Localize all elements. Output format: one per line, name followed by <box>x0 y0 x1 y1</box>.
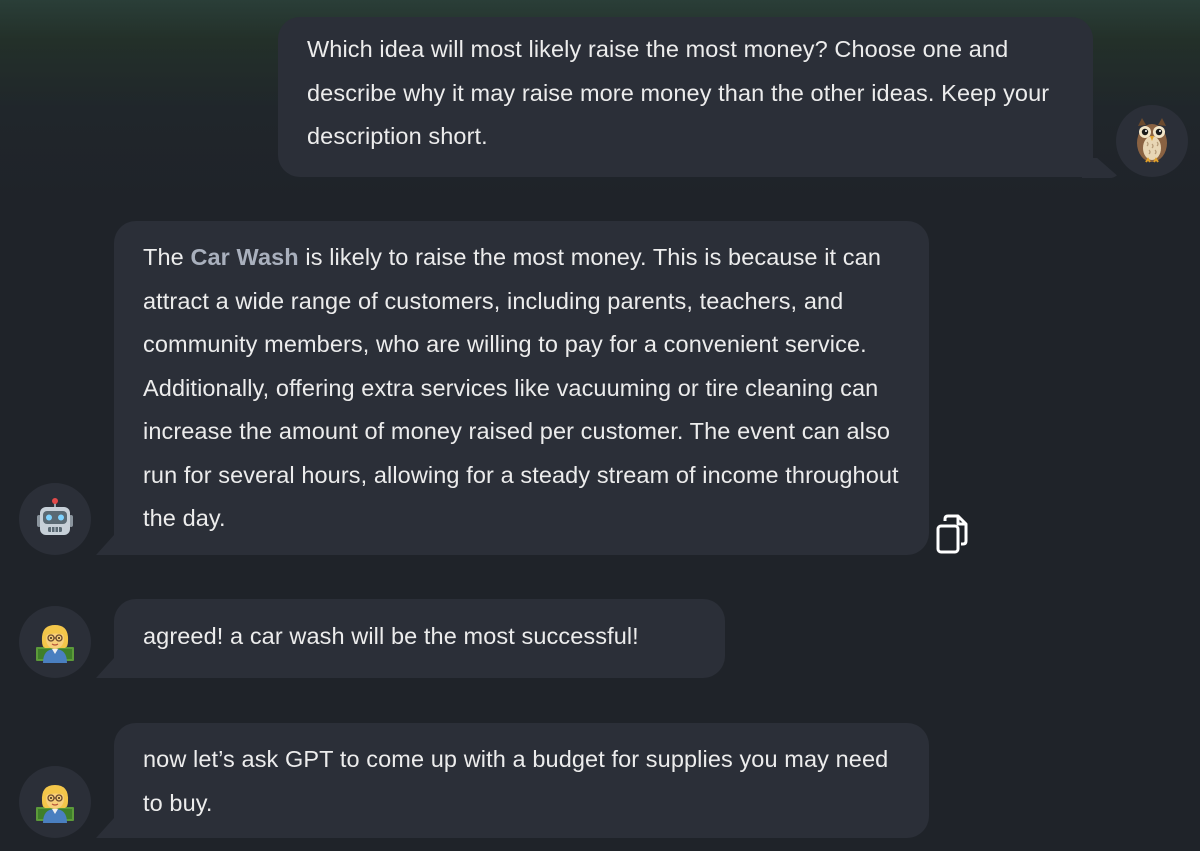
robot-avatar <box>19 483 91 555</box>
teacher-message-text-2: now let’s ask GPT to come up with a budg… <box>143 746 889 816</box>
assistant-highlight-car-wash: Car Wash <box>190 244 299 270</box>
owl-avatar <box>1116 105 1188 177</box>
assistant-message-bubble: The Car Wash is likely to raise the most… <box>114 221 929 555</box>
user-message-bubble: Which idea will most likely raise the mo… <box>278 17 1093 177</box>
user-bubble-tail <box>1082 158 1120 178</box>
owl-icon <box>1137 118 1167 163</box>
teacher-bubble-tail-1 <box>96 658 126 678</box>
assistant-text-body: is likely to raise the most money. This … <box>143 244 899 531</box>
teacher-message-bubble-2: now let’s ask GPT to come up with a budg… <box>114 723 929 838</box>
teacher-message-bubble-1: agreed! a car wash will be the most succ… <box>114 599 725 678</box>
copy-icon <box>936 514 968 554</box>
assistant-bubble-tail <box>96 535 126 555</box>
teacher-avatar-1 <box>19 606 91 678</box>
copy-button[interactable] <box>932 512 972 556</box>
robot-icon <box>37 498 73 535</box>
teacher-bubble-tail-2 <box>96 818 126 838</box>
user-message-text: Which idea will most likely raise the mo… <box>307 36 1050 149</box>
assistant-text-prefix: The <box>143 244 191 270</box>
teacher-avatar-2 <box>19 766 91 838</box>
teacher-message-text-1: agreed! a car wash will be the most succ… <box>143 623 639 649</box>
teacher-icon <box>36 625 74 663</box>
teacher-icon <box>36 785 74 823</box>
